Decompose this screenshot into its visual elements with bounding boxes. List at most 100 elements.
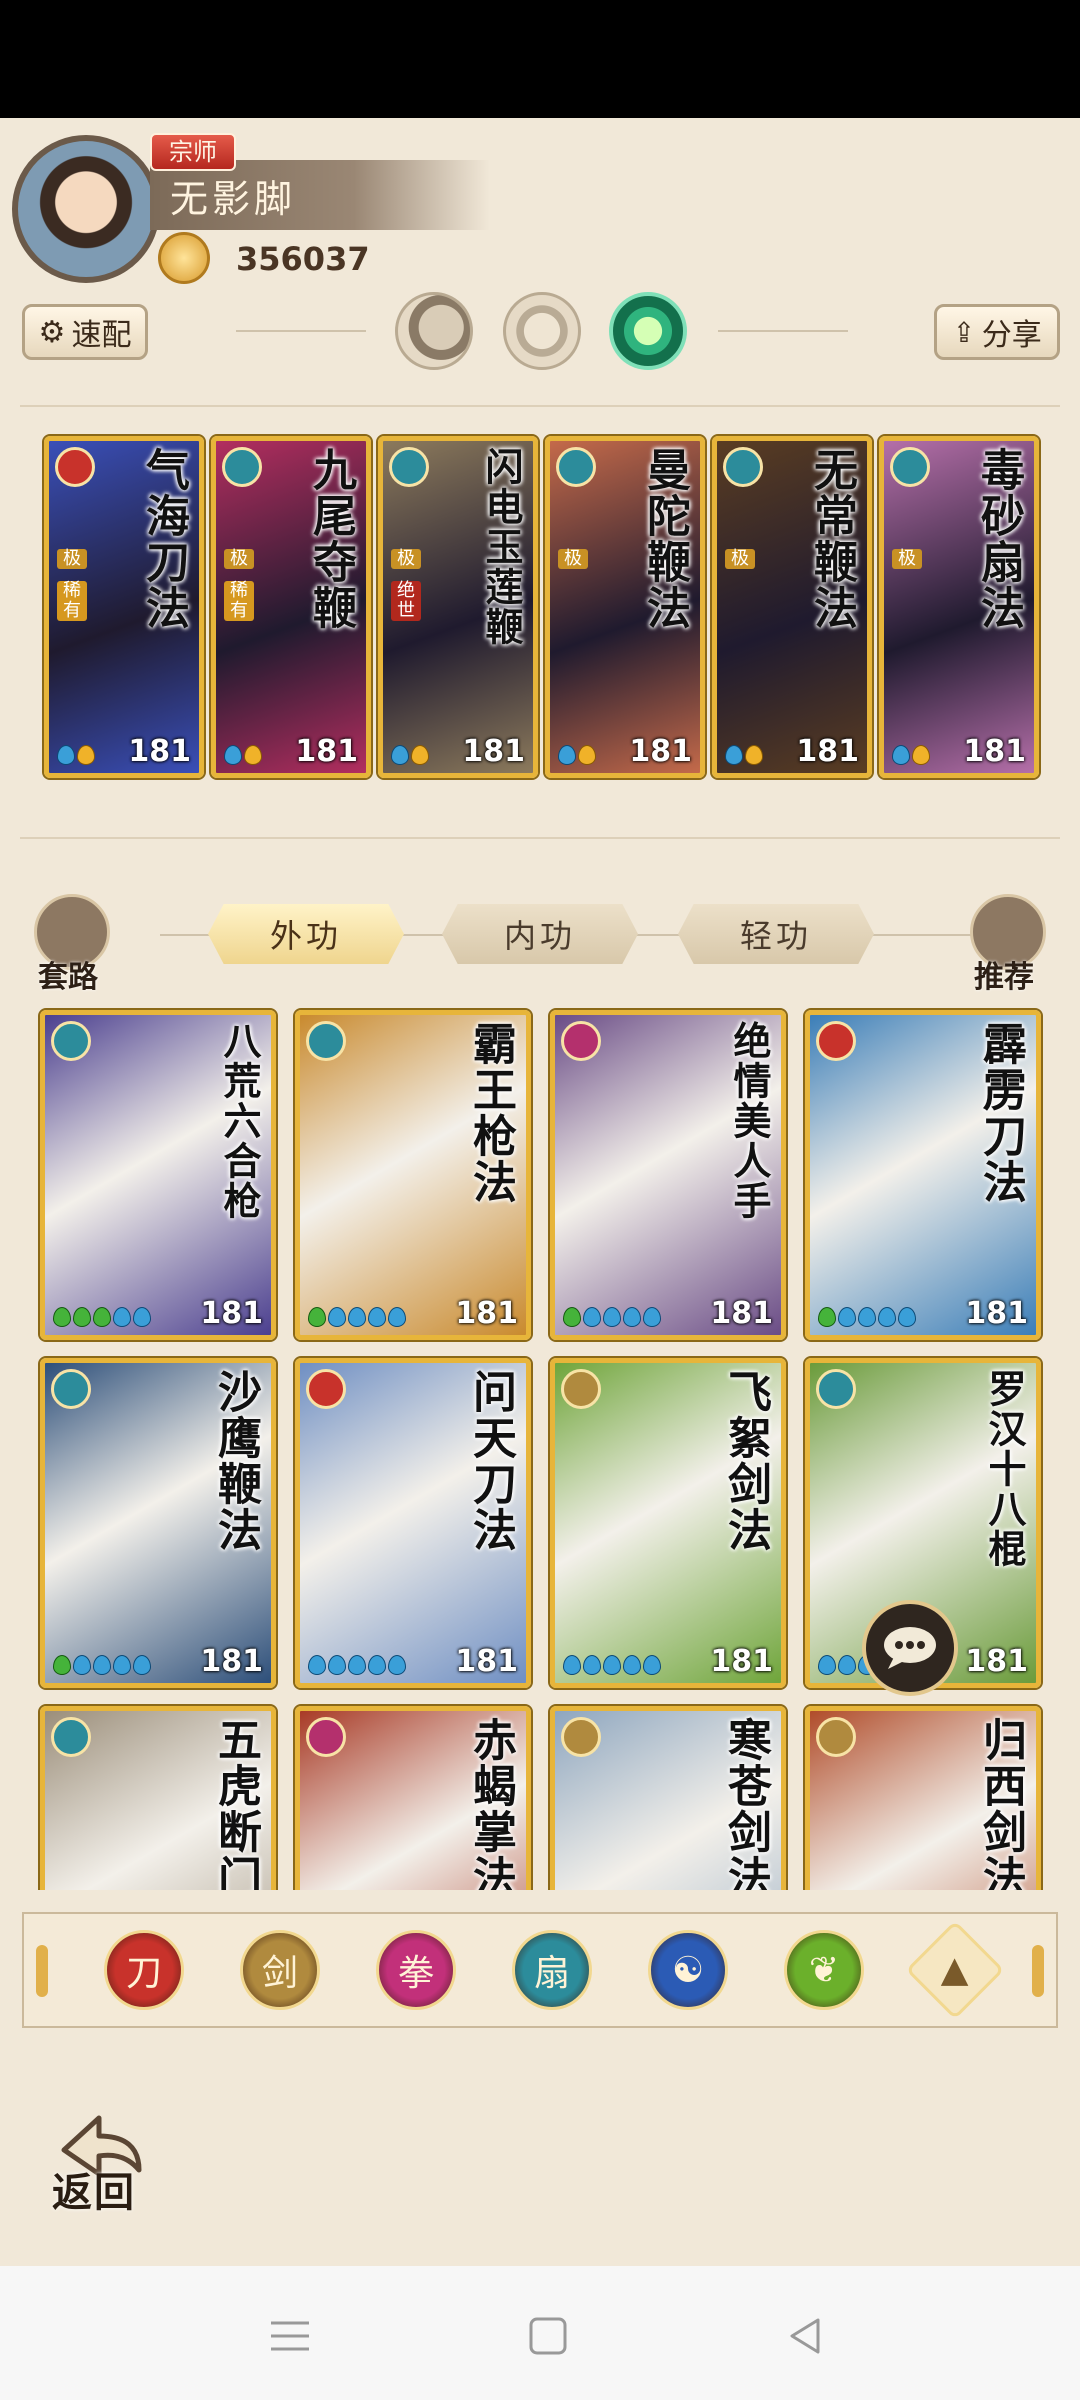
chat-bubble-icon[interactable] <box>862 1600 958 1696</box>
skill-grid[interactable]: 八荒六合枪 181 霸王枪法 181 绝情美人手 181 霹雳刀法 181 沙鹰鞭法 181 问天刀… <box>0 1000 1080 1890</box>
rarity-tag: 稀有 <box>224 581 254 621</box>
recommend-label[interactable]: 推荐 <box>974 952 1034 996</box>
equipped-card[interactable]: 九尾夺鞭极稀有 181 <box>211 436 371 778</box>
gem-icon <box>308 1307 326 1327</box>
skill-name: 寒苍剑法 <box>720 1717 771 1890</box>
equipped-card[interactable]: 气海刀法极稀有 181 <box>44 436 204 778</box>
gem-icon <box>368 1307 386 1327</box>
sword-icon[interactable]: 剑 <box>240 1930 320 2010</box>
gem-icon <box>328 1307 346 1327</box>
card-level: 181 <box>128 734 191 769</box>
tab-internal[interactable]: 内功 <box>442 904 638 964</box>
scroll-right-icon[interactable] <box>1032 1945 1044 1997</box>
gem-icon <box>623 1655 641 1675</box>
skill-name: 闪电玉莲鞭 <box>479 447 524 647</box>
tier-tag: 极 <box>725 549 755 569</box>
skill-card[interactable]: 沙鹰鞭法 181 <box>40 1358 276 1688</box>
gem-row <box>53 1655 151 1675</box>
gem-icon <box>563 1307 581 1327</box>
school-icon <box>556 447 596 487</box>
player-avatar[interactable] <box>12 135 160 283</box>
gem-icon <box>858 1307 876 1327</box>
menu-icon[interactable] <box>250 2296 330 2376</box>
fan-icon[interactable]: 扇 <box>512 1930 592 2010</box>
card-level: 181 <box>200 1644 263 1679</box>
tab-lightness[interactable]: 轻功 <box>678 904 874 964</box>
divider-right <box>718 330 848 332</box>
home-icon[interactable] <box>508 2296 588 2376</box>
school-glyph: ❦ <box>808 1949 840 1991</box>
skill-name: 无常鞭法 <box>806 447 857 631</box>
skill-card[interactable]: 八荒六合枪 181 <box>40 1010 276 1340</box>
quick-equip-button[interactable]: ⚙ 速配 <box>22 304 148 360</box>
gem-icon <box>725 745 743 765</box>
share-icon: ⇪ <box>952 315 976 349</box>
skill-card[interactable]: 赤蝎掌法181 <box>295 1706 531 1890</box>
gem-row <box>57 745 95 765</box>
gem-icon <box>583 1307 601 1327</box>
card-level: 181 <box>629 734 692 769</box>
school-icon <box>561 1369 601 1409</box>
gem-icon <box>643 1307 661 1327</box>
skill-card[interactable]: 五虎断门181 <box>40 1706 276 1890</box>
gem-icon <box>388 1655 406 1675</box>
tab-external[interactable]: 外功 <box>208 904 404 964</box>
sun-phase-2-icon[interactable] <box>503 292 581 370</box>
skill-card[interactable]: 霸王枪法 181 <box>295 1010 531 1340</box>
gem-icon <box>623 1307 641 1327</box>
gem-icon <box>818 1307 836 1327</box>
school-icon <box>816 1717 856 1757</box>
equipped-card[interactable]: 无常鞭法极 181 <box>712 436 872 778</box>
skill-card[interactable]: 飞絮剑法 181 <box>550 1358 786 1688</box>
back-nav-icon[interactable] <box>766 2296 846 2376</box>
taiji-icon[interactable]: ☯ <box>648 1930 728 2010</box>
card-level: 181 <box>710 1644 773 1679</box>
school-icon <box>55 447 95 487</box>
card-level: 181 <box>455 1296 518 1331</box>
saber-icon[interactable]: 刀 <box>104 1930 184 2010</box>
share-button[interactable]: ⇪ 分享 <box>934 304 1060 360</box>
skill-name: 罗汉十八棍 <box>982 1369 1027 1569</box>
school-icon <box>561 1717 601 1757</box>
equipped-card[interactable]: 毒砂扇法极 181 <box>879 436 1039 778</box>
skill-name: 八荒六合枪 <box>217 1021 262 1221</box>
skill-name: 霸王枪法 <box>465 1021 516 1205</box>
tier-tag: 极 <box>57 549 87 569</box>
skill-name: 气海刀法 <box>138 447 189 631</box>
skill-card[interactable]: 霹雳刀法 181 <box>805 1010 1041 1340</box>
school-icon <box>723 447 763 487</box>
routine-label[interactable]: 套路 <box>38 952 98 996</box>
gem-row <box>53 1307 151 1327</box>
skill-card[interactable]: 绝情美人手 181 <box>550 1010 786 1340</box>
scroll-left-icon[interactable] <box>36 1945 48 1997</box>
card-level: 181 <box>455 1644 518 1679</box>
skill-card[interactable]: 归西剑法181 <box>805 1706 1041 1890</box>
gem-icon <box>73 1307 91 1327</box>
back-label[interactable]: 返回 <box>52 2160 136 2218</box>
gem-icon <box>113 1307 131 1327</box>
skill-card[interactable]: 寒苍剑法181 <box>550 1706 786 1890</box>
skill-name: 赤蝎掌法 <box>465 1717 516 1890</box>
school-icon <box>890 447 930 487</box>
skill-card[interactable]: 问天刀法 181 <box>295 1358 531 1688</box>
player-name: 无影脚 <box>170 177 297 221</box>
gem-icon <box>53 1655 71 1675</box>
moon-phase-1-icon[interactable] <box>395 292 473 370</box>
gem-row <box>558 745 596 765</box>
school-icon <box>222 447 262 487</box>
gem-icon <box>133 1655 151 1675</box>
status-bar <box>0 0 1080 118</box>
sun-phase-3-icon[interactable] <box>609 292 687 370</box>
gem-icon <box>348 1655 366 1675</box>
equipped-card[interactable]: 闪电玉莲鞭极绝世 181 <box>378 436 538 778</box>
gem-row <box>308 1655 406 1675</box>
school-icon <box>51 1021 91 1061</box>
leaf-icon[interactable]: ❦ <box>784 1930 864 2010</box>
equipped-card[interactable]: 曼陀鞭法极 181 <box>545 436 705 778</box>
card-level: 181 <box>965 1644 1028 1679</box>
system-nav-bar <box>0 2266 1080 2400</box>
skill-name: 绝情美人手 <box>727 1021 772 1221</box>
fist-icon[interactable]: 拳 <box>376 1930 456 2010</box>
power-value: 356037 <box>236 240 370 278</box>
gem-icon <box>892 745 910 765</box>
